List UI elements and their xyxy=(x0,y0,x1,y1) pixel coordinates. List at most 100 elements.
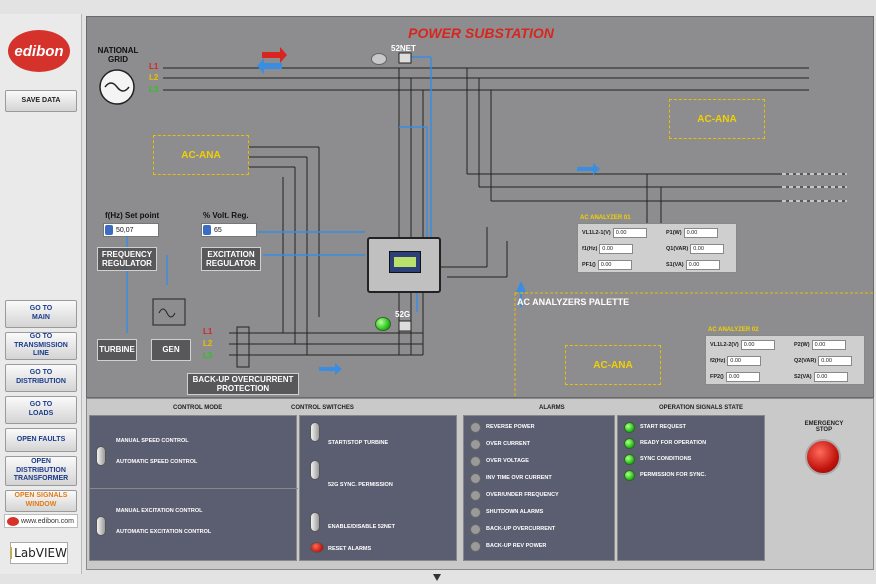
go-to-main-button[interactable]: GO TO MAIN xyxy=(5,300,77,328)
scroll-down-icon[interactable] xyxy=(432,572,442,582)
52g-label: 52G xyxy=(395,310,411,319)
go-to-transmission-line-button[interactable]: GO TO TRANSMISSION LINE xyxy=(5,332,77,360)
edibon-logo: edibon xyxy=(8,30,70,72)
emergency-stop-label: EMERGENCY STOP xyxy=(804,421,844,433)
backup-overcurrent-box: BACK-UP OVERCURRENT PROTECTION xyxy=(187,373,299,395)
operation-signals-box: START REQUEST READY FOR OPERATION SYNC C… xyxy=(617,415,765,561)
start-stop-turbine-label: START/STOP TURBINE xyxy=(328,440,389,446)
voltage-regulation-input[interactable]: 65 xyxy=(201,223,257,237)
enable-52net-label: ENABLE/DISABLE 52NET xyxy=(328,524,395,530)
ac-analyzer-01-title: AC ANALYZER 01 xyxy=(580,215,631,221)
enable-52net-toggle[interactable] xyxy=(310,512,320,532)
analyzer1-value: 0.00 xyxy=(597,260,632,270)
alarm-label: REVERSE POWER xyxy=(486,424,535,430)
speed-control-toggle[interactable] xyxy=(96,446,106,466)
signal-label: SYNC CONDITIONS xyxy=(640,456,692,462)
open-faults-button[interactable]: OPEN FAULTS xyxy=(5,428,77,452)
analyzer1-value: 0.00 xyxy=(690,244,725,254)
alarm-indicator xyxy=(470,490,481,501)
sync-permission-toggle[interactable] xyxy=(310,460,320,480)
generator-controller[interactable] xyxy=(367,237,441,293)
analyzer2-row: f2(Hz) 0.00 xyxy=(710,356,762,366)
open-signals-window-button[interactable]: OPEN SIGNALS WINDOW xyxy=(5,490,77,512)
spinner-icon[interactable] xyxy=(105,225,113,235)
emergency-stop-button[interactable] xyxy=(805,439,841,475)
start-stop-turbine-toggle[interactable] xyxy=(310,422,320,442)
signal-indicator xyxy=(624,438,635,449)
app-window: edibon SAVE DATA GO TO MAIN GO TO TRANSM… xyxy=(0,0,876,584)
alarm-indicator xyxy=(470,507,481,518)
signal-indicator xyxy=(624,422,635,433)
save-data-button[interactable]: SAVE DATA xyxy=(5,90,77,112)
flow-arrow-right-icon xyxy=(577,163,600,175)
alarm-label: OVER/UNDER FREQUENCY xyxy=(486,492,559,498)
analyzer1-value: 0.00 xyxy=(612,228,647,238)
signal-label: READY FOR OPERATION xyxy=(640,440,707,446)
ac-analyzer-01-panel: AC ANALYZER 01 VL1L2-1(V) 0.00 P1(W) 0.00 … xyxy=(577,215,737,273)
manual-speed-label: MANUAL SPEED CONTROL xyxy=(116,438,189,444)
excitation-regulator-box: EXCITATION REGULATOR xyxy=(201,247,261,271)
alarms-box: REVERSE POWER OVER CURRENT OVER VOLTAGE … xyxy=(463,415,615,561)
phase-l3-label: L3 xyxy=(149,85,159,94)
alarm-indicator xyxy=(470,456,481,467)
gen-phase-l1-label: L1 xyxy=(203,327,213,336)
alarm-indicator xyxy=(470,422,481,433)
open-distribution-transformer-button[interactable]: OPEN DISTRIBUTION TRANSFORMER xyxy=(5,456,77,486)
alarm-label: OVER VOLTAGE xyxy=(486,458,529,464)
analyzer1-value: 0.00 xyxy=(599,244,634,254)
analyzer1-row: f1(Hz) 0.00 xyxy=(582,244,634,254)
signal-label: PERMISSION FOR SYNC. xyxy=(640,472,707,478)
import-arrow-icon xyxy=(262,47,287,63)
national-grid-label: NATIONAL GRID xyxy=(97,46,139,64)
phase-l1-label: L1 xyxy=(149,62,159,71)
flow-arrow-right-icon xyxy=(319,363,342,375)
operation-signals-header: OPERATION SIGNALS STATE xyxy=(659,405,744,411)
control-switches-box: START/STOP TURBINE 52G SYNC. PERMISSION … xyxy=(299,415,457,561)
alarm-label: OVER CURRENT xyxy=(486,441,531,447)
analyzer2-row: FP2() 0.00 xyxy=(710,372,760,382)
sync-permission-label: 52G SYNC. PERMISSION xyxy=(328,482,393,488)
analyzer2-value: 0.00 xyxy=(811,340,846,350)
alarm-indicator xyxy=(470,439,481,450)
manual-excitation-label: MANUAL EXCITATION CONTROL xyxy=(116,508,203,514)
analyzer2-value: 0.00 xyxy=(818,356,853,366)
analyzer1-row: PF1() 0.00 xyxy=(582,260,632,270)
voltage-regulation-label: % Volt. Reg. xyxy=(203,211,249,220)
frequency-setpoint-input[interactable]: 50,07 xyxy=(103,223,159,237)
analyzer2-value: 0.00 xyxy=(740,340,775,350)
52g-status-lamp xyxy=(375,317,391,331)
ac-analyzer-palette[interactable]: AC-ANA xyxy=(565,345,661,385)
analyzer2-row: P2(W) 0.00 xyxy=(794,340,846,350)
automatic-excitation-label: AUTOMATIC EXCITATION CONTROL xyxy=(116,529,212,535)
signal-indicator xyxy=(624,454,635,465)
ac-analyzer-02-panel: AC ANALYZER 02 VL1L2-2(V) 0.00 P2(W) 0.00 … xyxy=(705,327,865,385)
labview-logo: LabVIEW xyxy=(10,542,68,564)
ac-analyzer-left[interactable]: AC-ANA xyxy=(153,135,249,175)
52net-label: 52NET xyxy=(391,44,416,53)
left-sidebar: edibon SAVE DATA GO TO MAIN GO TO TRANSM… xyxy=(0,14,82,574)
go-to-distribution-button[interactable]: GO TO DISTRIBUTION xyxy=(5,364,77,392)
ac-analyzer-02-title: AC ANALYZER 02 xyxy=(708,327,759,333)
signal-indicator xyxy=(624,470,635,481)
ac-analyzer-right[interactable]: AC-ANA xyxy=(669,99,765,139)
spinner-icon[interactable] xyxy=(203,225,211,235)
reset-alarms-button[interactable] xyxy=(310,542,324,553)
analyzer1-row: S1(VA) 0.00 xyxy=(666,260,720,270)
analyzer2-value: 0.00 xyxy=(725,372,760,382)
website-text: www.edibon.com xyxy=(21,517,74,525)
go-to-loads-button[interactable]: GO TO LOADS xyxy=(5,396,77,424)
analyzer1-row: Q1(VAR) 0.00 xyxy=(666,244,725,254)
analyzer2-value: 0.00 xyxy=(813,372,848,382)
excitation-control-toggle[interactable] xyxy=(96,516,106,536)
alarm-label: BACK-UP OVERCURRENT xyxy=(486,526,556,532)
automatic-speed-label: AUTOMATIC SPEED CONTROL xyxy=(116,459,198,465)
analyzer1-value: 0.00 xyxy=(685,260,720,270)
analyzer1-value: 0.00 xyxy=(683,228,718,238)
gen-phase-l3-label: L3 xyxy=(203,351,213,360)
frequency-regulator-box: FREQUENCY REGULATOR xyxy=(97,247,157,271)
phase-l2-label: L2 xyxy=(149,73,159,82)
control-area: CONTROL MODE CONTROL SWITCHES ALARMS OPE… xyxy=(86,398,874,570)
alarm-label: INV TIME OVR CURRENT xyxy=(486,475,552,481)
website-link[interactable]: www.edibon.com xyxy=(4,514,78,528)
frequency-setpoint-label: f(Hz) Set point xyxy=(105,211,160,220)
